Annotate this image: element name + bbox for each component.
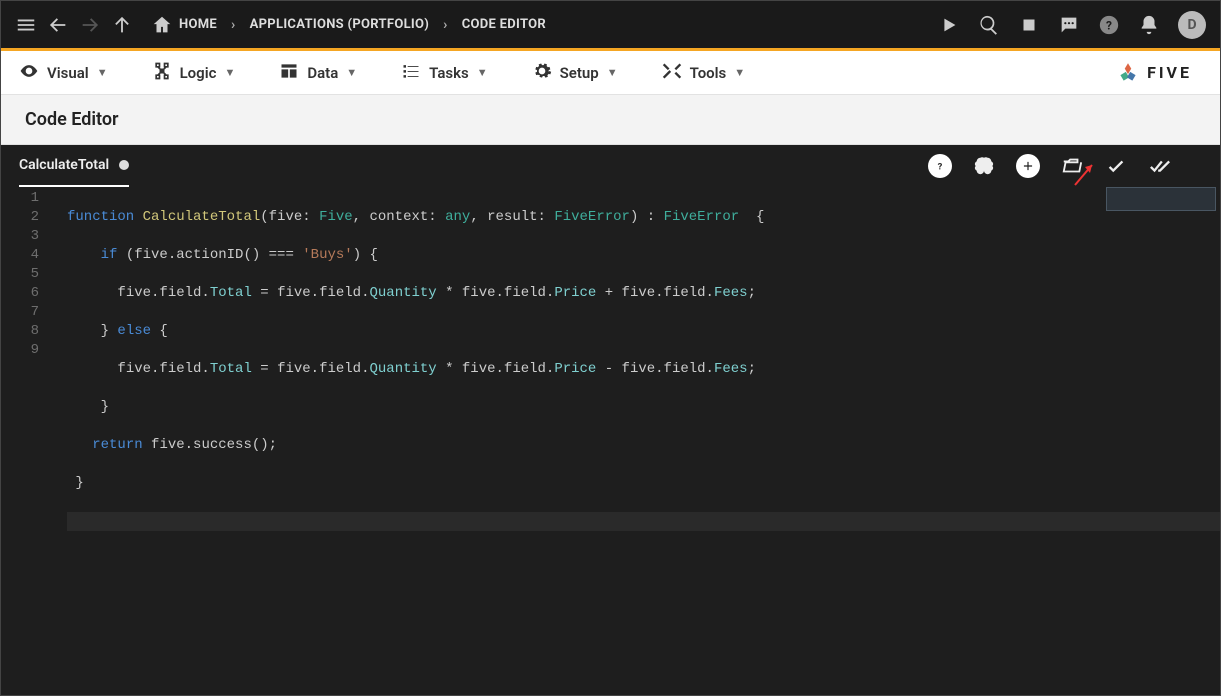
menu-label: Tasks [429, 64, 469, 82]
chevron-down-icon: ▼ [477, 66, 488, 79]
line-gutter: 1 2 3 4 5 6 7 8 9 [1, 189, 53, 569]
back-arrow-icon[interactable] [47, 14, 69, 36]
code-line [67, 512, 1220, 531]
hamburger-icon[interactable] [15, 14, 37, 36]
code-line: return five.success(); [67, 436, 1220, 455]
page-title-bar: Code Editor [1, 95, 1220, 145]
line-number: 2 [1, 208, 39, 227]
add-button[interactable] [1016, 154, 1040, 178]
line-number: 7 [1, 303, 39, 322]
chevron-right-icon: › [443, 17, 448, 33]
user-avatar[interactable]: D [1178, 11, 1206, 39]
menu-bar: Visual ▼ Logic ▼ Data ▼ Tasks ▼ Setup ▼ … [1, 51, 1220, 95]
code-line: } [67, 398, 1220, 417]
menu-visual[interactable]: Visual ▼ [19, 61, 108, 85]
eye-icon [19, 61, 39, 85]
check-icon[interactable] [1104, 154, 1128, 178]
chevron-down-icon: ▼ [607, 66, 618, 79]
top-bar: HOME › APPLICATIONS (PORTFOLIO) › CODE E… [1, 1, 1220, 51]
svg-text:?: ? [1106, 18, 1112, 32]
line-number: 4 [1, 246, 39, 265]
breadcrumb-label: CODE EDITOR [462, 17, 546, 32]
breadcrumb-home[interactable]: HOME [151, 14, 217, 36]
breadcrumb-label: HOME [179, 17, 217, 32]
bell-icon[interactable] [1138, 14, 1160, 36]
chevron-down-icon: ▼ [346, 66, 357, 79]
breadcrumb: HOME › APPLICATIONS (PORTFOLIO) › CODE E… [151, 14, 546, 36]
menu-label: Logic [180, 64, 217, 82]
line-number: 9 [1, 341, 39, 360]
menu-label: Setup [560, 64, 599, 82]
menu-label: Tools [690, 64, 727, 82]
open-folder-icon[interactable] [1060, 154, 1084, 178]
line-number: 5 [1, 265, 39, 284]
search-icon[interactable] [978, 14, 1000, 36]
minimap[interactable] [1106, 187, 1216, 211]
editor-tab-row: CalculateTotal ? [1, 145, 1220, 187]
code-line: } else { [67, 322, 1220, 341]
logic-icon [152, 61, 172, 85]
stop-icon[interactable] [1018, 14, 1040, 36]
code-line: five.field.Total = five.field.Quantity *… [67, 360, 1220, 379]
svg-text:?: ? [938, 162, 943, 173]
chat-icon[interactable] [1058, 14, 1080, 36]
menu-label: Visual [47, 64, 89, 82]
code-editor: CalculateTotal ? [1, 145, 1220, 695]
menu-data[interactable]: Data ▼ [279, 61, 357, 85]
brand-logo-icon [1115, 60, 1141, 86]
tools-icon [662, 61, 682, 85]
chevron-down-icon: ▼ [97, 66, 108, 79]
chevron-down-icon: ▼ [734, 66, 745, 79]
menu-logic[interactable]: Logic ▼ [152, 61, 236, 85]
brand-text: FIVE [1147, 63, 1192, 82]
code-line: } [67, 474, 1220, 493]
menu-tasks[interactable]: Tasks ▼ [401, 61, 487, 85]
code-content[interactable]: function CalculateTotal(five: Five, cont… [53, 189, 1220, 569]
home-icon [151, 14, 173, 36]
line-number: 8 [1, 322, 39, 341]
table-icon [279, 61, 299, 85]
double-check-icon[interactable] [1148, 154, 1172, 178]
play-icon[interactable] [938, 14, 960, 36]
tasks-icon [401, 61, 421, 85]
code-area[interactable]: 1 2 3 4 5 6 7 8 9 function CalculateTota… [1, 187, 1220, 569]
up-arrow-icon[interactable] [111, 14, 133, 36]
file-tab[interactable]: CalculateTotal [19, 145, 129, 187]
gear-icon [532, 61, 552, 85]
brain-icon[interactable] [972, 154, 996, 178]
forward-arrow-icon [79, 14, 101, 36]
chevron-down-icon: ▼ [224, 66, 235, 79]
breadcrumb-code-editor[interactable]: CODE EDITOR [462, 17, 546, 32]
page-title: Code Editor [25, 109, 119, 130]
menu-setup[interactable]: Setup ▼ [532, 61, 618, 85]
chevron-right-icon: › [231, 17, 236, 33]
code-line: if (five.actionID() === 'Buys') { [67, 246, 1220, 265]
code-line: five.field.Total = five.field.Quantity *… [67, 284, 1220, 303]
editor-toolbar: ? [928, 154, 1172, 178]
help-icon[interactable]: ? [1098, 14, 1120, 36]
topbar-actions: ? D [938, 11, 1206, 39]
avatar-initial: D [1187, 17, 1196, 33]
code-line: function CalculateTotal(five: Five, cont… [67, 208, 1220, 227]
line-number: 3 [1, 227, 39, 246]
help-button[interactable]: ? [928, 154, 952, 178]
dirty-indicator-icon [119, 160, 129, 170]
menu-tools[interactable]: Tools ▼ [662, 61, 746, 85]
line-number: 1 [1, 189, 39, 208]
brand: FIVE [1115, 60, 1202, 86]
line-number: 6 [1, 284, 39, 303]
breadcrumb-label: APPLICATIONS (PORTFOLIO) [250, 17, 430, 32]
breadcrumb-applications[interactable]: APPLICATIONS (PORTFOLIO) [250, 17, 430, 32]
menu-label: Data [307, 64, 338, 82]
file-name: CalculateTotal [19, 157, 109, 173]
